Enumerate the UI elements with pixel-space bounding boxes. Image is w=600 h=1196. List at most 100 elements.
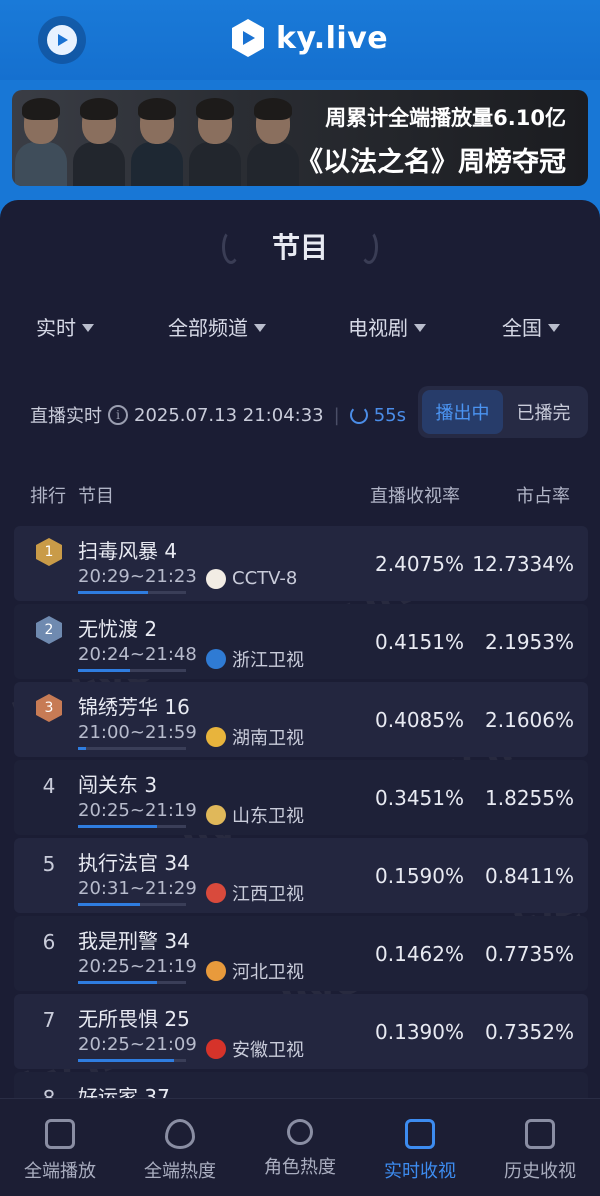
promo-banner[interactable]: 周累计全端播放量6.10亿 《以法之名》周榜夺冠 xyxy=(12,90,588,186)
channel-name: 湖南卫视 xyxy=(232,728,304,749)
refresh-icon xyxy=(349,406,368,424)
channel-logo-icon xyxy=(206,805,226,825)
channel-logo-icon xyxy=(206,1039,226,1059)
rating-value: 0.1390% xyxy=(375,1020,464,1044)
toggle-aired[interactable]: 已播完 xyxy=(503,390,584,434)
program-time: 20:29~21:23 xyxy=(78,566,197,587)
rank-number: 7 xyxy=(42,1008,56,1032)
channel-logo-icon xyxy=(206,649,226,669)
menu-button[interactable] xyxy=(38,16,86,64)
user-icon xyxy=(287,1119,313,1145)
rank-badge: 2 xyxy=(36,616,62,644)
progress-bar xyxy=(78,903,186,906)
program-time: 20:31~21:29 xyxy=(78,878,197,899)
table-row[interactable]: 5 执行法官 34 20:31~21:29 江西卫视 0.1590% 0.841… xyxy=(14,838,588,913)
rating-value: 2.4075% xyxy=(375,552,464,576)
logo-icon xyxy=(232,19,264,57)
filter-genre-label: 电视剧 xyxy=(348,316,408,340)
filter-channel[interactable]: 全部频道 xyxy=(168,312,266,341)
filter-time-label: 实时 xyxy=(36,316,76,340)
progress-bar xyxy=(78,981,186,984)
program-name: 锦绣芳华 16 xyxy=(78,695,190,719)
program-name: 无忧渡 2 xyxy=(78,617,158,641)
share-value: 1.8255% xyxy=(485,786,574,810)
progress-bar xyxy=(78,1059,186,1062)
refresh-seconds: 55s xyxy=(373,404,406,426)
table-row[interactable]: 7 无所畏惧 25 20:25~21:09 安徽卫视 0.1390% 0.735… xyxy=(14,994,588,1069)
live-status: 直播实时 i 2025.07.13 21:04:33 | 55s xyxy=(30,402,406,428)
header-program: 节目 xyxy=(78,486,114,507)
info-icon[interactable]: i xyxy=(108,405,128,425)
table-row[interactable]: 6 我是刑警 34 20:25~21:19 河北卫视 0.1462% 0.773… xyxy=(14,916,588,991)
airing-toggle: 播出中 已播完 xyxy=(418,386,588,438)
channel: CCTV-8 xyxy=(206,568,297,589)
banner-subheadline: 《以法之名》周榜夺冠 xyxy=(296,147,566,178)
nav-all-play[interactable]: 全端播放 xyxy=(0,1099,120,1196)
rating-value: 0.4085% xyxy=(375,708,464,732)
nav-history-ratings[interactable]: 历史收视 xyxy=(480,1099,600,1196)
program-time: 20:25~21:19 xyxy=(78,956,197,977)
table-row[interactable]: 1 扫毒风暴 4 20:29~21:23 CCTV-8 2.4075% 12.7… xyxy=(14,526,588,601)
filter-time[interactable]: 实时 xyxy=(36,312,94,341)
divider: | xyxy=(333,404,340,426)
table-row[interactable]: 2 无忧渡 2 20:24~21:48 浙江卫视 0.4151% 2.1953% xyxy=(14,604,588,679)
rank-number: 4 xyxy=(42,774,56,798)
program-time: 20:25~21:19 xyxy=(78,800,197,821)
table-header: 排行 节目 直播收视率 市占率 xyxy=(0,482,600,512)
rank-number: 5 xyxy=(42,852,56,876)
program-name: 无所畏惧 25 xyxy=(78,1007,190,1031)
channel: 山东卫视 xyxy=(206,802,304,828)
share-value: 2.1606% xyxy=(485,708,574,732)
banner-photo xyxy=(12,90,302,186)
rating-value: 0.4151% xyxy=(375,630,464,654)
nav-label: 历史收视 xyxy=(504,1161,576,1182)
channel-logo-icon xyxy=(206,961,226,981)
table-row[interactable]: 3 锦绣芳华 16 21:00~21:59 湖南卫视 0.4085% 2.160… xyxy=(14,682,588,757)
nav-all-heat[interactable]: 全端热度 xyxy=(120,1099,240,1196)
filter-bar: 实时 全部频道 电视剧 全国 xyxy=(0,312,600,342)
progress-bar xyxy=(78,825,186,828)
filter-genre[interactable]: 电视剧 xyxy=(348,312,426,341)
nav-realtime-ratings[interactable]: 实时收视 xyxy=(360,1099,480,1196)
channel-name: 江西卫视 xyxy=(232,884,304,905)
channel-logo-icon xyxy=(206,883,226,903)
rating-value: 0.1462% xyxy=(375,942,464,966)
header-rank: 排行 xyxy=(30,486,66,507)
nav-label: 实时收视 xyxy=(384,1161,456,1182)
rating-value: 0.3451% xyxy=(375,786,464,810)
live-datetime: 2025.07.13 21:04:33 xyxy=(134,404,324,426)
rank-number: 6 xyxy=(42,930,56,954)
ratings-panel: ky.live ky.live ky.live ky.live ky.live … xyxy=(0,200,600,1196)
program-time: 21:00~21:59 xyxy=(78,722,197,743)
channel-name: 河北卫视 xyxy=(232,962,304,983)
channel-name: CCTV-8 xyxy=(232,568,298,589)
filter-region[interactable]: 全国 xyxy=(502,312,560,341)
rank-badge: 1 xyxy=(36,538,62,566)
rank-badge: 3 xyxy=(36,694,62,722)
toggle-airing[interactable]: 播出中 xyxy=(422,390,503,434)
channel-logo-icon xyxy=(206,568,226,589)
fire-icon xyxy=(165,1119,195,1149)
banner-headline: 周累计全端播放量6.10亿 xyxy=(325,106,566,130)
channel: 河北卫视 xyxy=(206,958,304,984)
nav-role-heat[interactable]: 角色热度 xyxy=(240,1099,360,1196)
share-value: 0.8411% xyxy=(485,864,574,888)
program-name: 我是刑警 34 xyxy=(78,929,190,953)
refresh-countdown[interactable]: 55s xyxy=(349,404,406,426)
progress-bar xyxy=(78,669,186,672)
channel-name: 浙江卫视 xyxy=(232,650,304,671)
program-name: 扫毒风暴 4 xyxy=(78,539,178,563)
share-value: 0.7352% xyxy=(485,1020,574,1044)
nav-label: 全端播放 xyxy=(24,1161,96,1182)
header-rating: 直播收视率 xyxy=(370,486,460,507)
channel: 江西卫视 xyxy=(206,880,304,906)
dropdown-arrow-icon xyxy=(548,323,560,332)
table-row[interactable]: 4 闯关东 3 20:25~21:19 山东卫视 0.3451% 1.8255% xyxy=(14,760,588,835)
progress-bar xyxy=(78,747,186,750)
play-icon xyxy=(47,25,77,55)
book-icon xyxy=(45,1119,75,1149)
channel-logo-icon xyxy=(206,727,226,747)
rating-value: 0.1590% xyxy=(375,864,464,888)
program-time: 20:25~21:09 xyxy=(78,1034,197,1055)
share-value: 12.7334% xyxy=(472,552,574,576)
